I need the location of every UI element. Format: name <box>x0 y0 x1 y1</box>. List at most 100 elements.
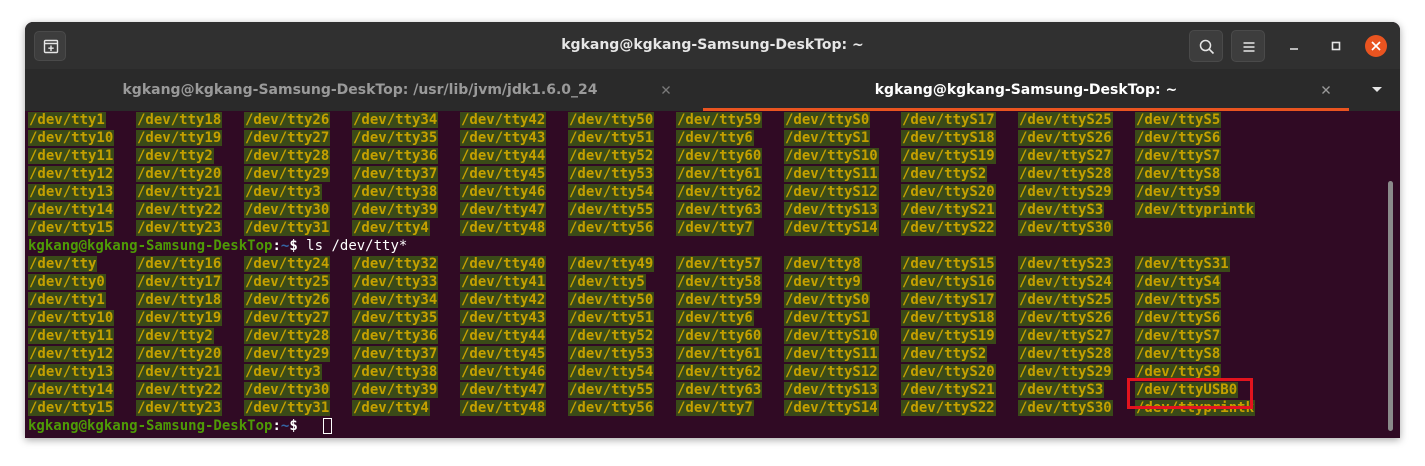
device-entry: /dev/tty22 <box>136 382 223 398</box>
device-entry: /dev/tty29 <box>244 346 331 362</box>
device-entry: /dev/ttyS12 <box>784 364 879 380</box>
device-entry: /dev/ttyS4 <box>1135 274 1222 290</box>
device-entry: /dev/tty0 <box>28 274 106 290</box>
device-entry: /dev/tty44 <box>460 328 547 344</box>
device-entry: /dev/tty22 <box>136 202 223 218</box>
device-entry: /dev/tty63 <box>676 202 763 218</box>
menu-button[interactable] <box>1231 30 1265 62</box>
search-icon <box>1199 39 1215 55</box>
scrollbar[interactable] <box>1388 181 1393 431</box>
device-entry: /dev/tty26 <box>244 292 331 308</box>
device-entry: /dev/tty19 <box>136 130 223 146</box>
device-entry: /dev/ttyS2 <box>901 166 988 182</box>
device-entry: /dev/tty46 <box>460 184 547 200</box>
device-entry: /dev/tty36 <box>352 148 439 164</box>
search-button[interactable] <box>1189 30 1223 62</box>
device-entry: /dev/ttyS30 <box>1018 400 1113 416</box>
tab-home[interactable]: kgkang@kgkang-Samsung-DeskTop: ~ <box>695 69 1357 111</box>
device-entry: /dev/tty11 <box>28 148 115 164</box>
device-entry: /dev/tty54 <box>568 364 655 380</box>
device-entry: /dev/tty30 <box>244 382 331 398</box>
device-entry: /dev/tty34 <box>352 112 439 128</box>
device-entry: /dev/tty62 <box>676 184 763 200</box>
device-entry: /dev/tty14 <box>28 382 115 398</box>
minimize-button[interactable] <box>1283 35 1305 57</box>
device-entry: /dev/tty61 <box>676 346 763 362</box>
device-entry: /dev/ttyS20 <box>901 364 996 380</box>
device-entry: /dev/tty10 <box>28 130 115 146</box>
device-entry: /dev/tty42 <box>460 112 547 128</box>
device-entry: /dev/ttyS18 <box>901 130 996 146</box>
chevron-down-icon[interactable] <box>1367 81 1387 99</box>
device-entry: /dev/tty13 <box>28 364 115 380</box>
maximize-button[interactable] <box>1325 35 1347 57</box>
device-entry: /dev/ttyS20 <box>901 184 996 200</box>
device-entry: /dev/tty35 <box>352 310 439 326</box>
listing-row: /dev/tty1/dev/tty18/dev/tty26/dev/tty34 /… <box>25 292 1385 310</box>
device-entry: /dev/tty50 <box>568 292 655 308</box>
device-entry: /dev/tty38 <box>352 364 439 380</box>
device-entry: /dev/ttyS22 <box>901 400 996 416</box>
device-entry: /dev/tty54 <box>568 184 655 200</box>
device-entry: /dev/ttyS28 <box>1018 166 1113 182</box>
tab-jdk[interactable]: kgkang@kgkang-Samsung-DeskTop: /usr/lib/… <box>25 69 695 111</box>
device-entry: /dev/tty56 <box>568 400 655 416</box>
device-entry: /dev/tty17 <box>136 274 223 290</box>
device-entry: /dev/tty27 <box>244 130 331 146</box>
device-entry: /dev/tty45 <box>460 166 547 182</box>
device-entry: /dev/tty51 <box>568 130 655 146</box>
device-entry: /dev/ttyS23 <box>1018 256 1113 272</box>
device-entry: /dev/tty16 <box>136 256 223 272</box>
device-entry: /dev/tty30 <box>244 202 331 218</box>
device-entry: /dev/tty3 <box>244 184 322 200</box>
close-icon[interactable] <box>658 82 674 98</box>
device-entry: /dev/tty63 <box>676 382 763 398</box>
device-entry: /dev/tty39 <box>352 202 439 218</box>
terminal-window: kgkang@kgkang-Samsung-DeskTop: ~ kgkang@… <box>25 22 1400 438</box>
device-entry: /dev/tty14 <box>28 202 115 218</box>
device-entry: /dev/tty15 <box>28 220 115 236</box>
device-entry: /dev/tty31 <box>244 220 331 236</box>
device-entry: /dev/tty37 <box>352 166 439 182</box>
device-entry: /dev/tty57 <box>676 256 763 272</box>
listing-row: /dev/tty12/dev/tty20/dev/tty29/dev/tty37… <box>25 346 1385 364</box>
minimize-icon <box>1290 48 1298 50</box>
listing-row: /dev/tty0/dev/tty17/dev/tty25/dev/tty33 /… <box>25 274 1385 292</box>
listing-row: /dev/tty1/dev/tty18/dev/tty26/dev/tty34 /… <box>25 112 1385 130</box>
device-entry: /dev/ttyS7 <box>1135 148 1222 164</box>
device-entry: /dev/tty59 <box>676 112 763 128</box>
device-entry: /dev/tty59 <box>676 292 763 308</box>
device-entry: /dev/tty1 <box>28 112 106 128</box>
prompt-colon: : <box>272 238 281 254</box>
device-entry: /dev/tty41 <box>460 274 547 290</box>
device-entry: /dev/tty37 <box>352 346 439 362</box>
close-window-button[interactable] <box>1365 35 1387 57</box>
device-entry: /dev/ttyS26 <box>1018 310 1113 326</box>
device-entry: /dev/tty25 <box>244 274 331 290</box>
close-icon[interactable] <box>1318 82 1334 98</box>
device-entry: /dev/ttyS6 <box>1135 130 1222 146</box>
prompt-user-host: kgkang@kgkang-Samsung-DeskTop <box>28 238 273 254</box>
device-entry: /dev/tty4 <box>352 400 430 416</box>
device-entry: /dev/tty7 <box>676 220 754 236</box>
device-entry: /dev/ttyS8 <box>1135 166 1222 182</box>
device-entry: /dev/tty8 <box>784 256 862 272</box>
device-entry: /dev/tty52 <box>568 148 655 164</box>
device-entry: /dev/ttyS14 <box>784 400 879 416</box>
device-entry: /dev/ttyS26 <box>1018 130 1113 146</box>
device-entry: /dev/ttyS21 <box>901 202 996 218</box>
device-entry: /dev/tty45 <box>460 346 547 362</box>
device-entry: /dev/ttyS5 <box>1135 292 1222 308</box>
maximize-icon <box>1331 41 1341 51</box>
device-entry: /dev/tty60 <box>676 328 763 344</box>
device-entry: /dev/tty28 <box>244 328 331 344</box>
device-entry: /dev/ttyS10 <box>784 328 879 344</box>
device-entry: /dev/tty33 <box>352 274 439 290</box>
device-entry: /dev/ttyS13 <box>784 382 879 398</box>
device-entry: /dev/tty5 <box>568 274 646 290</box>
device-entry: /dev/tty23 <box>136 400 223 416</box>
device-entry: /dev/tty51 <box>568 310 655 326</box>
device-entry: /dev/tty24 <box>244 256 331 272</box>
prompt-symbol: $ <box>289 418 307 434</box>
device-entry: /dev/tty53 <box>568 166 655 182</box>
